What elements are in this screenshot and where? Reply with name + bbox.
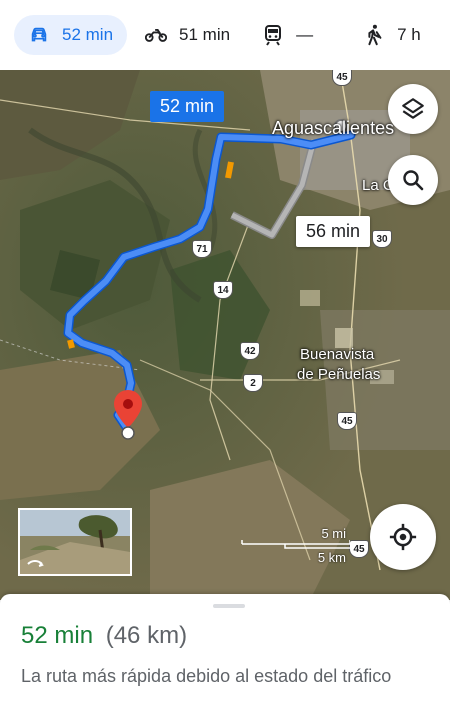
route-duration: 52 min [21,622,94,649]
mode-transit-label: — [296,25,314,44]
search-icon [403,170,424,191]
route-shield: 30 [372,230,392,248]
crosshair-icon [389,523,417,551]
city-label: Aguascalientes [272,118,395,138]
mode-walk-label: 7 h [397,25,421,44]
mode-drive-tab[interactable]: 52 min [14,15,128,55]
drag-handle[interactable] [213,604,245,608]
route-summary-sheet[interactable]: 52 min (46 km) La ruta más rápida debido… [0,594,450,720]
mode-motorcycle-label: 51 min [179,25,231,44]
map-scale: 5 mi 5 km [240,526,350,566]
scale-km-label: 5 km [317,550,346,565]
street-view-thumbnail[interactable] [18,508,132,576]
primary-route-time-callout[interactable]: 52 min [150,91,225,122]
route-shield: 71 [192,240,212,258]
alternate-route-time-callout[interactable]: 56 min [296,216,371,247]
route-summary-row: 52 min (46 km) [21,622,187,650]
route-shield: 45 [337,412,357,430]
mode-transit-tab[interactable]: — [248,15,327,55]
scale-miles-label: 5 mi [321,526,346,541]
route-shield: 2 [243,374,263,392]
route-description: La ruta más rápida debido al estado del … [21,666,392,686]
travel-mode-bar: 52 min 51 min — 7 h [0,0,450,70]
motorcycle-icon [145,24,168,46]
my-location-button[interactable] [370,504,436,570]
town-label-line1: Buenavista [300,346,375,363]
route-shield: 45 [332,70,352,86]
mode-walk-tab[interactable]: 7 h [349,15,435,55]
map-view[interactable]: Aguascalientes La Cañada Buenavista de P… [0,70,450,600]
route-shield: 45 [349,540,369,558]
mode-drive-label: 52 min [62,25,114,44]
mode-rideshare-tab[interactable] [435,15,450,55]
route-shield: 14 [213,281,233,299]
layers-button[interactable] [388,84,438,134]
street-view-image [20,510,130,574]
walking-icon [363,24,385,46]
directions-screen: 52 min 51 min — 7 h Aguascalientes La Bu… [0,0,450,720]
layers-icon [402,98,424,119]
route-distance: (46 km) [105,622,188,649]
location-pin-icon[interactable] [108,388,148,444]
mode-motorcycle-tab[interactable]: 51 min [131,15,244,55]
route-shield: 42 [240,342,260,360]
train-icon [262,24,284,46]
search-along-route-button[interactable] [388,155,438,205]
car-icon [28,24,50,46]
town-label-line2: de Peñuelas [297,366,381,383]
